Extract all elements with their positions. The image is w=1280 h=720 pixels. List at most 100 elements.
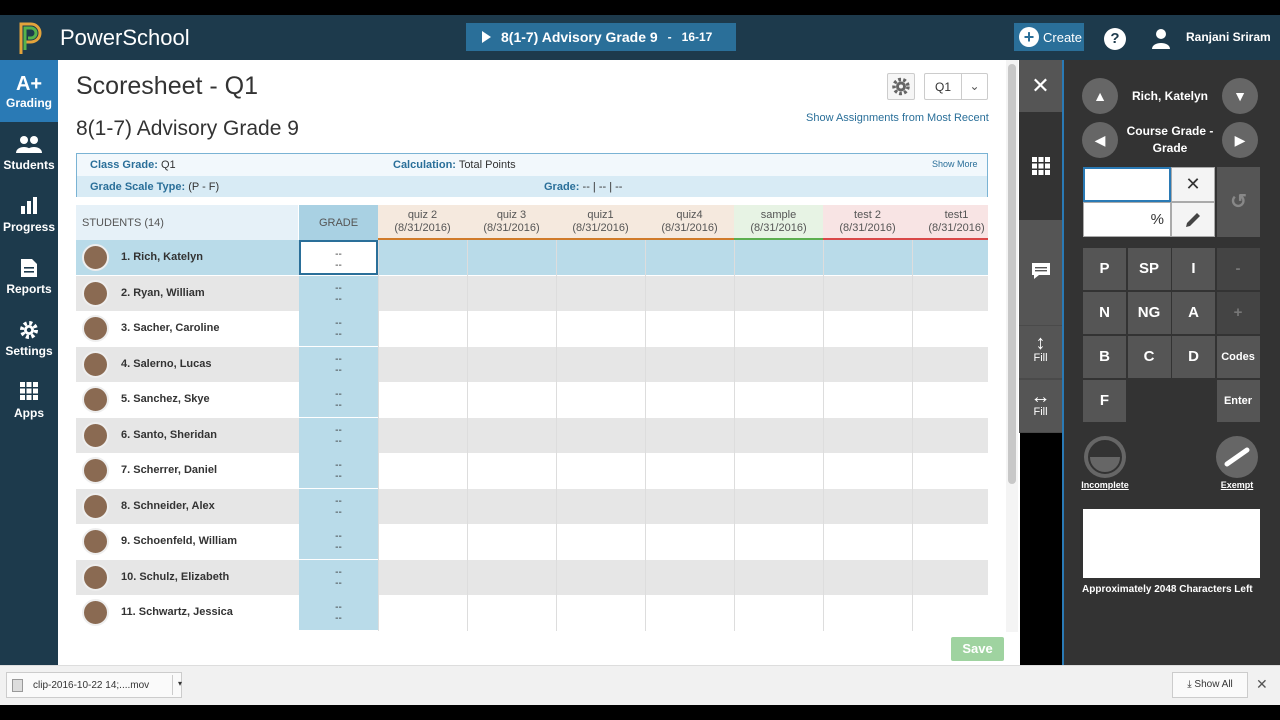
grade-cell[interactable]: -- -- bbox=[299, 453, 378, 488]
term-select[interactable]: Q1 ⌄ bbox=[924, 73, 988, 100]
download-item[interactable]: clip-2016-10-22 14;....mov ▾ bbox=[6, 672, 182, 698]
comment-textarea[interactable] bbox=[1083, 509, 1260, 578]
help-icon[interactable]: ? bbox=[1104, 28, 1126, 50]
create-button[interactable]: + Create bbox=[1014, 23, 1084, 51]
grade-key[interactable]: B bbox=[1083, 336, 1126, 378]
grade-key[interactable]: C bbox=[1127, 336, 1171, 378]
student-name[interactable]: 10. Schulz, Elizabeth bbox=[121, 571, 229, 583]
assignment-header[interactable]: test 2 (8/31/2016) bbox=[823, 205, 912, 240]
assignment-header[interactable]: quiz 2 (8/31/2016) bbox=[378, 205, 467, 240]
nav-students[interactable]: Students bbox=[0, 122, 58, 184]
assignment-header[interactable]: quiz1 (8/31/2016) bbox=[556, 205, 645, 240]
grade-key[interactable]: - bbox=[1216, 248, 1260, 290]
save-button[interactable]: Save bbox=[951, 637, 1004, 661]
grade-key[interactable]: NG bbox=[1127, 292, 1171, 334]
grade-key[interactable]: I bbox=[1172, 248, 1215, 290]
nav-reports[interactable]: Reports bbox=[0, 246, 58, 308]
grade-key[interactable]: D bbox=[1172, 336, 1215, 378]
table-row[interactable]: 4. Salerno, Lucas -- -- bbox=[76, 346, 988, 382]
undo-button[interactable]: ↺ bbox=[1217, 167, 1260, 237]
student-name[interactable]: 4. Salerno, Lucas bbox=[121, 358, 211, 370]
table-row[interactable]: 10. Schulz, Elizabeth -- -- bbox=[76, 559, 988, 595]
grading-icon: A+ bbox=[15, 73, 43, 95]
characters-left: Approximately 2048 Characters Left bbox=[1082, 584, 1253, 595]
students-header[interactable]: STUDENTS (14) bbox=[76, 205, 298, 240]
grade-cell[interactable]: -- -- bbox=[299, 311, 378, 346]
table-row[interactable]: 11. Schwartz, Jessica -- -- bbox=[76, 595, 988, 630]
avatar bbox=[82, 492, 109, 520]
table-row[interactable]: 7. Scherrer, Daniel -- -- bbox=[76, 453, 988, 488]
course-selector-button[interactable]: 8(1-7) Advisory Grade 9 - 16-17 bbox=[466, 23, 736, 51]
nav-grading[interactable]: A+ Grading bbox=[0, 60, 58, 122]
next-column-button[interactable]: ▶ bbox=[1222, 122, 1258, 158]
table-row[interactable]: 9. Schoenfeld, William -- -- bbox=[76, 524, 988, 559]
caret-down-icon[interactable]: ▾ bbox=[172, 675, 182, 695]
grade-key[interactable]: N bbox=[1083, 292, 1126, 334]
grade-key[interactable]: P bbox=[1083, 248, 1126, 290]
grade-input[interactable] bbox=[1083, 167, 1171, 202]
grade-cell[interactable]: -- -- bbox=[299, 275, 378, 311]
grade-key[interactable]: SP bbox=[1127, 248, 1171, 290]
table-row[interactable]: 8. Schneider, Alex -- -- bbox=[76, 488, 988, 524]
next-student-button[interactable]: ▼ bbox=[1222, 78, 1258, 114]
show-assignments-link[interactable]: Show Assignments from Most Recent bbox=[806, 112, 989, 124]
edit-button[interactable] bbox=[1171, 202, 1215, 237]
comment-button[interactable] bbox=[1019, 220, 1062, 325]
table-row[interactable]: 3. Sacher, Caroline -- -- bbox=[76, 311, 988, 346]
grade-cell[interactable]: -- -- bbox=[299, 524, 378, 559]
user-icon[interactable] bbox=[1150, 27, 1172, 49]
assignment-date: (8/31/2016) bbox=[928, 222, 985, 234]
previous-column-button[interactable]: ◀ bbox=[1082, 122, 1118, 158]
student-name[interactable]: 5. Sanchez, Skye bbox=[121, 393, 210, 405]
user-name[interactable]: Ranjani Sriram bbox=[1186, 30, 1271, 44]
student-name[interactable]: 11. Schwartz, Jessica bbox=[121, 606, 233, 618]
table-row[interactable]: 1. Rich, Katelyn -- -- bbox=[76, 240, 988, 275]
grade-cell[interactable]: -- -- bbox=[299, 595, 378, 630]
show-more-link[interactable]: Show More bbox=[932, 159, 978, 169]
settings-button[interactable] bbox=[887, 73, 915, 100]
grade-header[interactable]: GRADE bbox=[299, 205, 378, 240]
fill-across-button[interactable]: ↔ Fill bbox=[1019, 380, 1062, 432]
close-icon[interactable]: ✕ bbox=[1256, 676, 1268, 693]
table-row[interactable]: 5. Sanchez, Skye -- -- bbox=[76, 382, 988, 417]
nav-settings[interactable]: Settings bbox=[0, 308, 58, 370]
exempt-button[interactable] bbox=[1216, 436, 1258, 478]
percent-input[interactable]: % bbox=[1083, 202, 1171, 237]
grade-cell[interactable]: -- -- bbox=[299, 488, 378, 524]
previous-student-button[interactable]: ▲ bbox=[1082, 78, 1118, 114]
student-name[interactable]: 7. Scherrer, Daniel bbox=[121, 464, 217, 476]
nav-progress[interactable]: Progress bbox=[0, 184, 58, 246]
vertical-scrollbar[interactable] bbox=[1006, 60, 1018, 632]
clear-grade-button[interactable]: ✕ bbox=[1171, 167, 1215, 202]
student-name[interactable]: 9. Schoenfeld, William bbox=[121, 535, 237, 547]
assignment-header[interactable]: test1 (8/31/2016) bbox=[912, 205, 988, 240]
show-all-button[interactable]: ⤓ Show All bbox=[1172, 672, 1248, 698]
powerschool-logo[interactable]: PowerSchool bbox=[18, 20, 190, 56]
assignment-header[interactable]: quiz4 (8/31/2016) bbox=[645, 205, 734, 240]
student-name[interactable]: 3. Sacher, Caroline bbox=[121, 322, 219, 334]
student-name[interactable]: 6. Santo, Sheridan bbox=[121, 429, 217, 441]
scrollbar-thumb[interactable] bbox=[1008, 64, 1016, 484]
fill-down-button[interactable]: ↕ Fill bbox=[1019, 326, 1062, 378]
grade-key[interactable]: Codes bbox=[1216, 336, 1260, 378]
table-row[interactable]: 6. Santo, Sheridan -- -- bbox=[76, 417, 988, 453]
assignment-header[interactable]: quiz 3 (8/31/2016) bbox=[467, 205, 556, 240]
incomplete-button[interactable] bbox=[1084, 436, 1126, 478]
student-name[interactable]: 8. Schneider, Alex bbox=[121, 500, 215, 512]
grade-cell[interactable]: -- -- bbox=[299, 417, 378, 453]
grid-view-button[interactable] bbox=[1019, 112, 1062, 220]
grade-key[interactable]: Enter bbox=[1216, 380, 1260, 422]
assignment-header[interactable]: sample (8/31/2016) bbox=[734, 205, 823, 240]
nav-apps[interactable]: Apps bbox=[0, 370, 58, 432]
grade-cell[interactable]: -- -- bbox=[299, 559, 378, 595]
grade-key[interactable]: A bbox=[1172, 292, 1215, 334]
grade-cell[interactable]: -- -- bbox=[299, 240, 378, 275]
student-name[interactable]: 1. Rich, Katelyn bbox=[121, 251, 203, 263]
close-panel-button[interactable]: ✕ bbox=[1019, 60, 1062, 112]
grade-cell[interactable]: -- -- bbox=[299, 346, 378, 382]
grade-key[interactable]: F bbox=[1083, 380, 1126, 422]
table-row[interactable]: 2. Ryan, William -- -- bbox=[76, 275, 988, 311]
grade-key[interactable]: + bbox=[1216, 292, 1260, 334]
student-name[interactable]: 2. Ryan, William bbox=[121, 287, 205, 299]
grade-cell[interactable]: -- -- bbox=[299, 382, 378, 417]
